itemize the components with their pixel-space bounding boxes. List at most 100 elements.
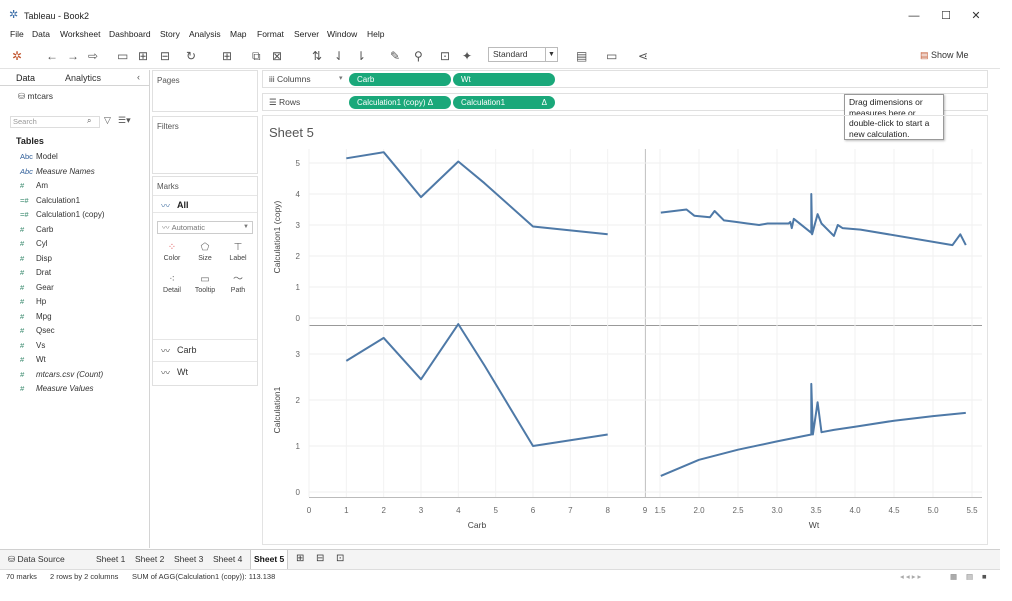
presentation-icon[interactable]: ▭ bbox=[606, 48, 617, 64]
redo-icon[interactable]: → bbox=[67, 48, 79, 64]
x-tick-label: 2 bbox=[381, 506, 386, 515]
label-button[interactable]: ⊤ Label bbox=[223, 241, 253, 269]
view-options-icon[interactable]: ☰▾ bbox=[118, 115, 131, 126]
detail-button[interactable]: ⁖ Detail bbox=[157, 273, 187, 301]
menu-help[interactable]: Help bbox=[367, 29, 384, 39]
field-item[interactable]: # Gear bbox=[20, 282, 54, 294]
menu-window[interactable]: Window bbox=[327, 29, 357, 39]
duplicate-sheet-icon[interactable]: ⧉ bbox=[252, 48, 261, 64]
fix-axes-icon[interactable]: ✦ bbox=[462, 48, 472, 64]
share-icon[interactable]: ⋖ bbox=[638, 48, 648, 64]
new-dashboard-tab-icon[interactable]: ⊟ bbox=[316, 553, 324, 564]
tab-data-source[interactable]: ⛁ Data Source bbox=[8, 554, 65, 565]
field-item[interactable]: # Hp bbox=[20, 296, 46, 308]
menu-analysis[interactable]: Analysis bbox=[189, 29, 221, 39]
tooltip-button[interactable]: ▭ Tooltip bbox=[190, 273, 220, 301]
field-item[interactable]: =# Calculation1 (copy) bbox=[20, 209, 104, 221]
chart-view[interactable]: 0 1 2 3 4 5 Calculation1 (copy) 0 1 2 3 Calculation… bbox=[262, 145, 988, 545]
filter-icon[interactable]: ▽ bbox=[104, 115, 111, 126]
field-item[interactable]: =# Calculation1 bbox=[20, 195, 80, 207]
tab-analytics[interactable]: Analytics bbox=[65, 73, 101, 83]
line-mark-icon: 〰 bbox=[161, 201, 171, 211]
pill-carb[interactable]: Carb bbox=[349, 73, 451, 86]
tab-navigation-icon[interactable]: ◂ ◂ ▸ ▸ bbox=[900, 572, 921, 581]
group-members-icon[interactable]: ⚲ bbox=[414, 48, 423, 64]
field-item[interactable]: Abc Model bbox=[20, 151, 58, 163]
tab-sheet-5[interactable]: Sheet 5 bbox=[250, 550, 289, 570]
fit-dropdown[interactable]: Standard ▼ bbox=[488, 47, 558, 62]
highlight-icon[interactable]: ✎ bbox=[390, 48, 400, 64]
field-item[interactable]: # Drat bbox=[20, 267, 51, 279]
datasource-item[interactable]: ⛁ mtcars bbox=[18, 91, 53, 102]
field-item[interactable]: # Am bbox=[20, 180, 48, 192]
refresh-icon[interactable]: ↻ bbox=[186, 48, 196, 64]
menu-file[interactable]: File bbox=[10, 29, 24, 39]
field-item[interactable]: # Cyl bbox=[20, 238, 48, 250]
collapse-pane-icon[interactable]: ‹ bbox=[137, 72, 140, 82]
maximize-button[interactable]: ☐ bbox=[936, 8, 956, 24]
close-button[interactable]: ✕ bbox=[966, 8, 986, 24]
show-filmstrip-icon[interactable]: ▤ bbox=[966, 572, 973, 581]
show-sheet-sorter-icon[interactable]: ▦ bbox=[950, 572, 957, 581]
color-button[interactable]: ⁘ Color bbox=[157, 241, 187, 269]
tableau-home-icon[interactable]: ✲ bbox=[12, 48, 22, 64]
menu-map[interactable]: Map bbox=[230, 29, 247, 39]
field-item[interactable]: # Vs bbox=[20, 340, 45, 352]
menu-data[interactable]: Data bbox=[32, 29, 50, 39]
new-worksheet-icon[interactable]: ⊞ bbox=[222, 48, 232, 64]
menu-dashboard[interactable]: Dashboard bbox=[109, 29, 151, 39]
menu-server[interactable]: Server bbox=[294, 29, 319, 39]
cards-icon[interactable]: ▤ bbox=[576, 48, 587, 64]
sort-descending-icon[interactable]: ⇂ bbox=[356, 48, 366, 64]
field-item[interactable]: # Wt bbox=[20, 354, 46, 366]
field-item[interactable]: # Mpg bbox=[20, 311, 52, 323]
show-labels-icon[interactable]: ⊡ bbox=[440, 48, 450, 64]
pill-calculation1[interactable]: Calculation1 Δ bbox=[453, 96, 555, 109]
line-mark-icon: 〰 bbox=[161, 346, 171, 356]
menu-story[interactable]: Story bbox=[160, 29, 180, 39]
marks-wt-row[interactable]: 〰 Wt bbox=[153, 361, 257, 381]
field-item[interactable]: # Disp bbox=[20, 253, 52, 265]
y-tick-label: 1 bbox=[296, 442, 301, 451]
filters-card[interactable]: Filters bbox=[152, 116, 258, 174]
new-worksheet-tab-icon[interactable]: ⊞ bbox=[296, 553, 304, 564]
new-story-tab-icon[interactable]: ⊡ bbox=[336, 553, 344, 564]
tab-data[interactable]: Data bbox=[16, 73, 35, 83]
menu-worksheet[interactable]: Worksheet bbox=[60, 29, 100, 39]
size-button[interactable]: ⬠ Size bbox=[190, 241, 220, 269]
tab-sheet-3[interactable]: Sheet 3 bbox=[174, 554, 203, 564]
marks-all-row[interactable]: 〰 All bbox=[153, 195, 257, 213]
save-icon[interactable]: ▭ bbox=[117, 48, 128, 64]
field-item[interactable]: # Qsec bbox=[20, 325, 55, 337]
field-item[interactable]: # Measure Values bbox=[20, 383, 94, 395]
tab-sheet-2[interactable]: Sheet 2 bbox=[135, 554, 164, 564]
tab-sheet-4[interactable]: Sheet 4 bbox=[213, 554, 242, 564]
minimize-button[interactable]: — bbox=[904, 8, 924, 24]
new-datasource-icon[interactable]: ⊞ bbox=[138, 48, 148, 64]
measure-type-icon: # bbox=[20, 297, 25, 306]
marks-carb-row[interactable]: 〰 Carb bbox=[153, 339, 257, 359]
sheet-title: Sheet 5 bbox=[269, 125, 314, 140]
mark-type-dropdown[interactable]: 〰 Automatic ▼ bbox=[157, 221, 253, 234]
swap-icon[interactable]: ⇅ bbox=[312, 48, 322, 64]
field-item[interactable]: # Carb bbox=[20, 224, 53, 236]
pages-card[interactable]: Pages bbox=[152, 70, 258, 112]
show-tabs-icon[interactable]: ■ bbox=[982, 572, 987, 581]
columns-shelf[interactable]: iii Columns ▾ Carb Wt bbox=[262, 70, 988, 88]
pill-calculation1-copy[interactable]: Calculation1 (copy) Δ bbox=[349, 96, 451, 109]
pause-updates-icon[interactable]: ⊟ bbox=[160, 48, 170, 64]
path-button[interactable]: 〜 Path bbox=[223, 273, 253, 301]
field-item[interactable]: Abc Measure Names bbox=[20, 166, 95, 178]
pill-wt[interactable]: Wt bbox=[453, 73, 555, 86]
field-item[interactable]: # mtcars.csv (Count) bbox=[20, 369, 103, 381]
menu-format[interactable]: Format bbox=[257, 29, 284, 39]
replay-icon[interactable]: ⇨ bbox=[88, 48, 98, 64]
sheet-tabs-bar: ⛁ Data Source Sheet 1 Sheet 2 Sheet 3 Sh… bbox=[0, 549, 1000, 570]
undo-icon[interactable]: ← bbox=[46, 48, 58, 64]
sort-ascending-icon[interactable]: ⇃ bbox=[334, 48, 344, 64]
search-icon[interactable]: ⌕ bbox=[87, 116, 91, 126]
tab-sheet-1[interactable]: Sheet 1 bbox=[96, 554, 125, 564]
clear-sheet-icon[interactable]: ⊠ bbox=[272, 48, 282, 64]
show-me-button[interactable]: ▤ Show Me bbox=[920, 50, 969, 61]
x-tick-label: 4.0 bbox=[849, 506, 861, 515]
